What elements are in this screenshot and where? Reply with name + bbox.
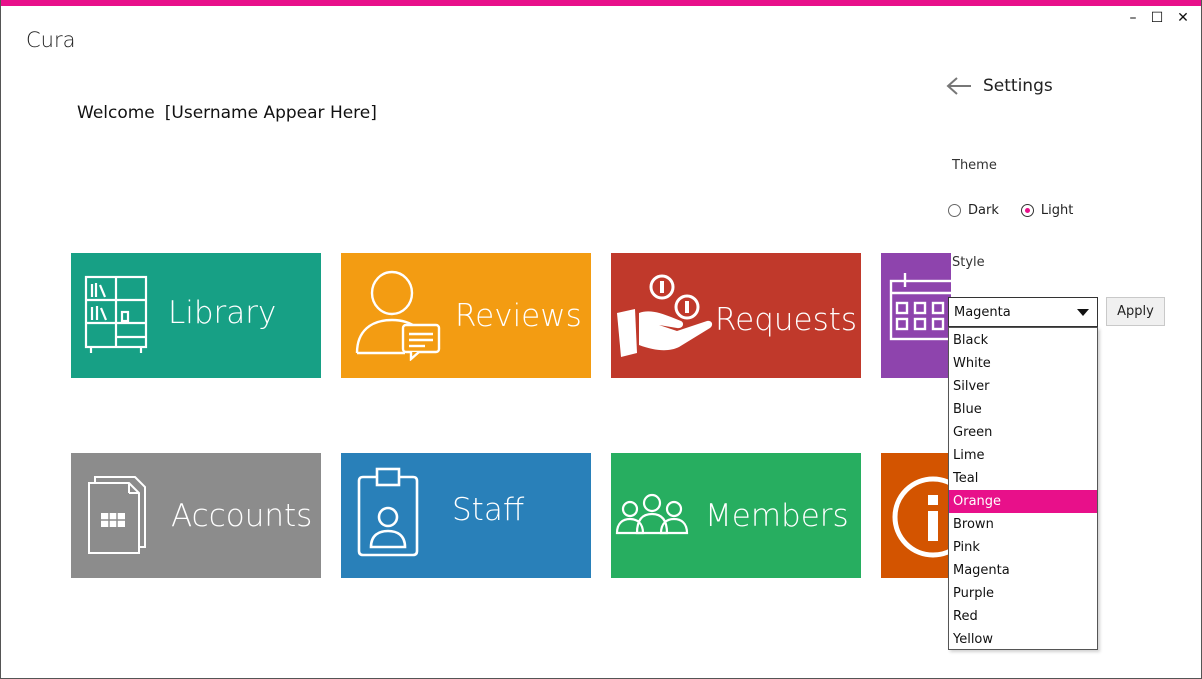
user-comment-icon (355, 270, 441, 361)
dropdown-option[interactable]: Purple (949, 582, 1097, 605)
tile-info[interactable] (881, 453, 951, 578)
theme-light-label: Light (1040, 203, 1074, 218)
tile-reviews-label: Reviews (455, 298, 582, 334)
tile-accounts[interactable]: Accounts (71, 453, 321, 578)
tile-staff[interactable]: Staff (341, 453, 591, 578)
chevron-down-icon (1077, 309, 1089, 316)
dropdown-option[interactable]: Silver (949, 375, 1097, 398)
tile-accounts-label: Accounts (171, 498, 313, 534)
welcome-username: [Username Appear Here] (164, 103, 377, 123)
calendar-icon (889, 273, 951, 341)
maximize-button[interactable]: ☐ (1145, 8, 1169, 28)
tile-reviews[interactable]: Reviews (341, 253, 591, 378)
tile-members[interactable]: Members (611, 453, 861, 578)
dropdown-option[interactable]: Black (949, 329, 1097, 352)
dropdown-option[interactable]: Green (949, 421, 1097, 444)
tile-calendar[interactable] (881, 253, 951, 378)
dropdown-option[interactable]: Brown (949, 513, 1097, 536)
bookshelf-icon (84, 275, 148, 353)
style-dropdown-list: Black White Silver Blue Green Lime Teal … (948, 327, 1098, 650)
style-label: Style (952, 255, 985, 270)
minimize-button[interactable]: – (1121, 8, 1145, 28)
theme-radio-group: Dark Light (948, 203, 1073, 218)
tile-members-label: Members (705, 498, 849, 534)
welcome-greeting: Welcome (77, 103, 155, 123)
radio-unchecked-icon (948, 204, 961, 217)
group-icon (615, 493, 689, 535)
dropdown-option[interactable]: Teal (949, 467, 1097, 490)
style-select-value: Magenta (954, 305, 1011, 320)
tile-requests[interactable]: Requests (611, 253, 861, 378)
dropdown-option[interactable]: Magenta (949, 559, 1097, 582)
dropdown-option[interactable]: Pink (949, 536, 1097, 559)
apply-button[interactable]: Apply (1106, 297, 1165, 326)
hand-coins-icon (617, 274, 713, 357)
dropdown-option[interactable]: White (949, 352, 1097, 375)
settings-header: Settings (945, 76, 1053, 96)
app-title: Cura (26, 28, 76, 52)
theme-dark-label: Dark (968, 203, 999, 218)
settings-title: Settings (983, 76, 1053, 96)
arrow-left-icon[interactable] (945, 76, 973, 96)
tile-requests-label: Requests (715, 302, 858, 338)
close-button[interactable]: ✕ (1171, 8, 1195, 28)
theme-label: Theme (952, 158, 997, 173)
accent-bar (1, 0, 1201, 6)
app-window: – ☐ ✕ Cura Welcome [Username Appear Here… (0, 0, 1202, 679)
tile-staff-label: Staff (452, 492, 525, 528)
dropdown-option[interactable]: Blue (949, 398, 1097, 421)
theme-dark-radio[interactable]: Dark (948, 203, 999, 218)
style-select[interactable]: Magenta (948, 297, 1098, 327)
info-icon (892, 476, 951, 558)
theme-light-radio[interactable]: Light (1020, 203, 1074, 218)
dropdown-option[interactable]: Red (949, 605, 1097, 628)
radio-checked-icon (1020, 204, 1034, 217)
dropdown-option-highlighted[interactable]: Orange (949, 490, 1097, 513)
tile-library[interactable]: Library (71, 253, 321, 378)
tile-library-label: Library (168, 295, 277, 331)
spreadsheet-document-icon (88, 476, 146, 554)
id-badge-icon (357, 467, 419, 557)
dropdown-option[interactable]: Lime (949, 444, 1097, 467)
welcome-message: Welcome [Username Appear Here] (77, 103, 377, 123)
dropdown-option[interactable]: Yellow (949, 628, 1097, 651)
